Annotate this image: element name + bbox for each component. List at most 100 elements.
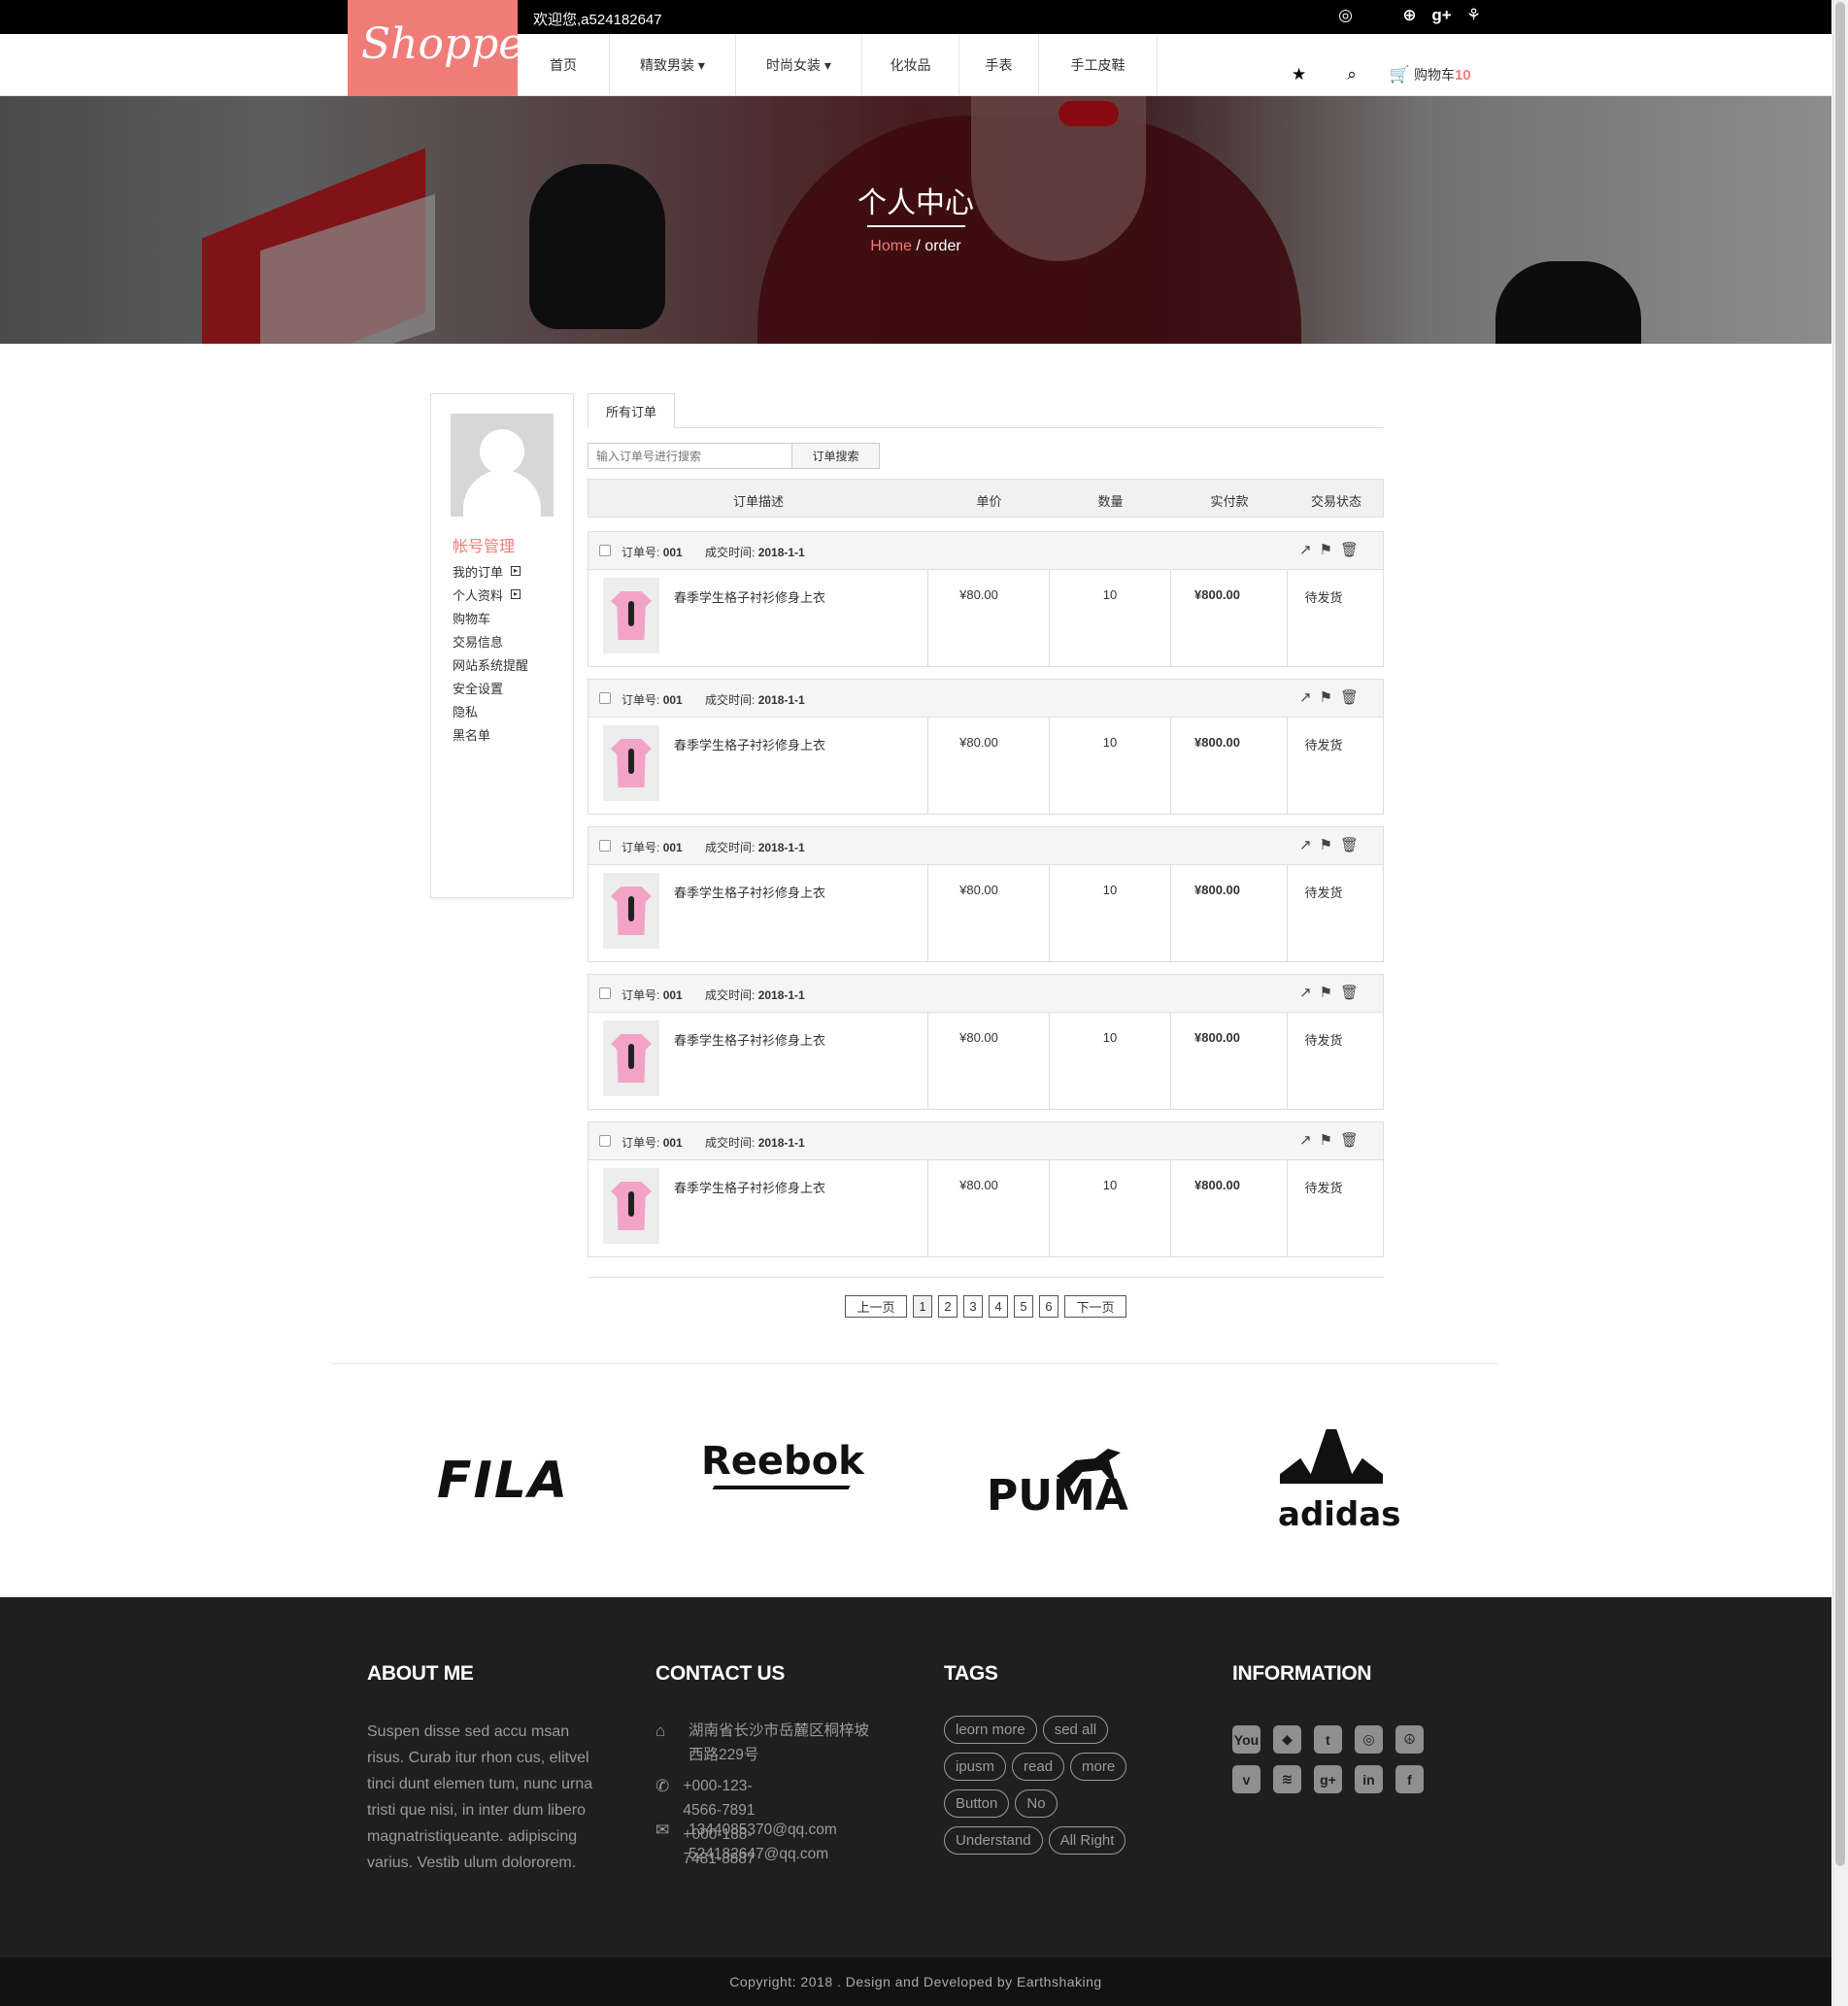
trash-icon[interactable]: 🗑	[1340, 688, 1359, 706]
nav-item-1[interactable]: 精致男装 ▾	[610, 34, 736, 96]
page-1-button[interactable]: 1	[913, 1295, 932, 1318]
share-icon[interactable]: ↗	[1299, 836, 1312, 853]
trash-icon[interactable]: 🗑	[1340, 1131, 1359, 1149]
sidebar-item[interactable]: 交易信息	[453, 629, 528, 652]
brand-adidas[interactable]: adidas	[1278, 1495, 1400, 1534]
linkedin-icon[interactable]: in	[1355, 1765, 1383, 1793]
bookmark-icon[interactable]: ⚑	[1320, 541, 1332, 558]
share-icon[interactable]: ↗	[1299, 541, 1312, 558]
product-name[interactable]: 春季学生格子衬衫修身上衣	[674, 1030, 825, 1049]
avatar[interactable]	[451, 414, 554, 517]
sidebar-item[interactable]: 网站系统提醒	[453, 652, 528, 676]
product-name[interactable]: 春季学生格子衬衫修身上衣	[674, 883, 825, 901]
order-checkbox[interactable]	[599, 987, 611, 999]
brand-fila[interactable]: FILA	[437, 1452, 569, 1510]
nav-item-4[interactable]: 手表	[959, 34, 1039, 96]
tag-link[interactable]: more	[1070, 1753, 1127, 1781]
nav-item-3[interactable]: 化妆品	[862, 34, 959, 96]
product-thumbnail[interactable]	[603, 1020, 659, 1096]
tag-link[interactable]: No	[1015, 1789, 1058, 1818]
next-page-button[interactable]: 下一页	[1064, 1295, 1126, 1318]
nav-item-0[interactable]: 首页	[518, 34, 610, 96]
star-icon[interactable]: ★	[1292, 65, 1306, 84]
tencent-icon[interactable]: ⚘	[1462, 6, 1485, 25]
sidebar-item[interactable]: 安全设置	[453, 676, 528, 699]
scrollbar[interactable]	[1832, 0, 1848, 2006]
page-2-button[interactable]: 2	[938, 1295, 958, 1318]
brand-reebok[interactable]: Reebok	[701, 1439, 864, 1484]
tab-all-orders[interactable]: 所有订单	[588, 393, 675, 428]
sidebar-item[interactable]: 购物车	[453, 606, 528, 629]
cart-label[interactable]: 购物车	[1414, 65, 1455, 84]
dribbble-icon[interactable]: ⊕	[1398, 6, 1421, 25]
product-thumbnail[interactable]	[603, 873, 659, 949]
email-2[interactable]: 524182647@qq.com	[689, 1846, 828, 1862]
share-icon[interactable]: ↗	[1299, 984, 1312, 1001]
nav-item-2[interactable]: 时尚女装 ▾	[736, 34, 862, 96]
google-plus-icon[interactable]: g+	[1314, 1765, 1342, 1793]
trash-icon[interactable]: 🗑	[1340, 541, 1359, 558]
order-search-input[interactable]	[588, 443, 792, 469]
email-1[interactable]: 1344085370@qq.com	[689, 1822, 837, 1838]
bookmark-icon[interactable]: ⚑	[1320, 984, 1332, 1001]
page-3-button[interactable]: 3	[963, 1295, 983, 1318]
page-5-button[interactable]: 5	[1014, 1295, 1033, 1318]
bookmark-icon[interactable]: ⚑	[1320, 688, 1332, 706]
sidebar-item[interactable]: 我的订单 ▸	[453, 559, 528, 583]
order-checkbox[interactable]	[599, 545, 611, 556]
peace-icon[interactable]: ☮	[1395, 1725, 1424, 1754]
share-icon[interactable]: ↗	[1299, 1131, 1312, 1149]
dropbox-icon[interactable]: ◆	[1273, 1725, 1301, 1754]
product-name[interactable]: 春季学生格子衬衫修身上衣	[674, 1178, 825, 1196]
product-name[interactable]: 春季学生格子衬衫修身上衣	[674, 735, 825, 753]
twitter-icon[interactable]: t	[1314, 1725, 1342, 1754]
order-number-value: 001	[662, 693, 683, 707]
rss-icon[interactable]: ≋	[1273, 1765, 1301, 1793]
trash-icon[interactable]: 🗑	[1340, 836, 1359, 853]
product-thumbnail[interactable]	[603, 1168, 659, 1244]
order-checkbox[interactable]	[599, 692, 611, 704]
order-checkbox[interactable]	[599, 840, 611, 852]
logo[interactable]: Shopper	[348, 0, 544, 96]
prev-page-button[interactable]: 上一页	[845, 1295, 907, 1318]
search-icon[interactable]: ⌕	[1347, 65, 1357, 84]
apple-icon[interactable]	[1366, 6, 1389, 25]
column-header: 单价	[976, 494, 1002, 509]
shirt-print	[628, 749, 634, 774]
google-plus-icon[interactable]: g+	[1430, 6, 1453, 25]
trash-icon[interactable]: 🗑	[1340, 984, 1359, 1001]
order-time-label: 成交时间:	[705, 546, 756, 559]
tag-link[interactable]: leorn more	[944, 1716, 1037, 1744]
tag-link[interactable]: ipusm	[944, 1753, 1007, 1781]
product-thumbnail[interactable]	[603, 578, 659, 653]
sidebar-item[interactable]: 隐私	[453, 699, 528, 722]
tag-link[interactable]: sed all	[1042, 1716, 1109, 1744]
order-checkbox[interactable]	[599, 1135, 611, 1147]
tag-link[interactable]: Understand	[944, 1826, 1043, 1855]
weibo-icon[interactable]: ◎	[1355, 1725, 1383, 1754]
facebook-icon[interactable]: f	[1395, 1765, 1424, 1793]
tag-link[interactable]: Button	[944, 1789, 1010, 1818]
cart-icon[interactable]: 🛒	[1390, 65, 1410, 84]
bookmark-icon[interactable]: ⚑	[1320, 836, 1332, 853]
order-search-button[interactable]: 订单搜索	[792, 443, 880, 469]
tag-link[interactable]: All Right	[1048, 1826, 1126, 1855]
weibo-icon[interactable]: ◎	[1334, 6, 1357, 25]
brand-puma[interactable]: PUMA	[987, 1471, 1128, 1521]
share-icon[interactable]: ↗	[1299, 688, 1312, 706]
tag-link[interactable]: read	[1012, 1753, 1065, 1781]
product-thumbnail[interactable]	[603, 725, 659, 801]
page-4-button[interactable]: 4	[989, 1295, 1008, 1318]
youtube-icon[interactable]: You	[1232, 1725, 1260, 1754]
breadcrumb-home[interactable]: Home	[870, 238, 912, 254]
nav-item-5[interactable]: 手工皮鞋	[1039, 34, 1158, 96]
page-6-button[interactable]: 6	[1039, 1295, 1058, 1318]
vimeo-icon[interactable]: v	[1232, 1765, 1260, 1793]
product-name[interactable]: 春季学生格子衬衫修身上衣	[674, 587, 825, 606]
scrollbar-thumb[interactable]	[1835, 2, 1845, 1866]
sidebar-item[interactable]: 黑名单	[453, 722, 528, 746]
bookmark-icon[interactable]: ⚑	[1320, 1131, 1332, 1149]
sidebar-item[interactable]: 个人资料 ▸	[453, 583, 528, 606]
expand-icon[interactable]: ▸	[511, 589, 521, 599]
expand-icon[interactable]: ▸	[511, 566, 521, 576]
